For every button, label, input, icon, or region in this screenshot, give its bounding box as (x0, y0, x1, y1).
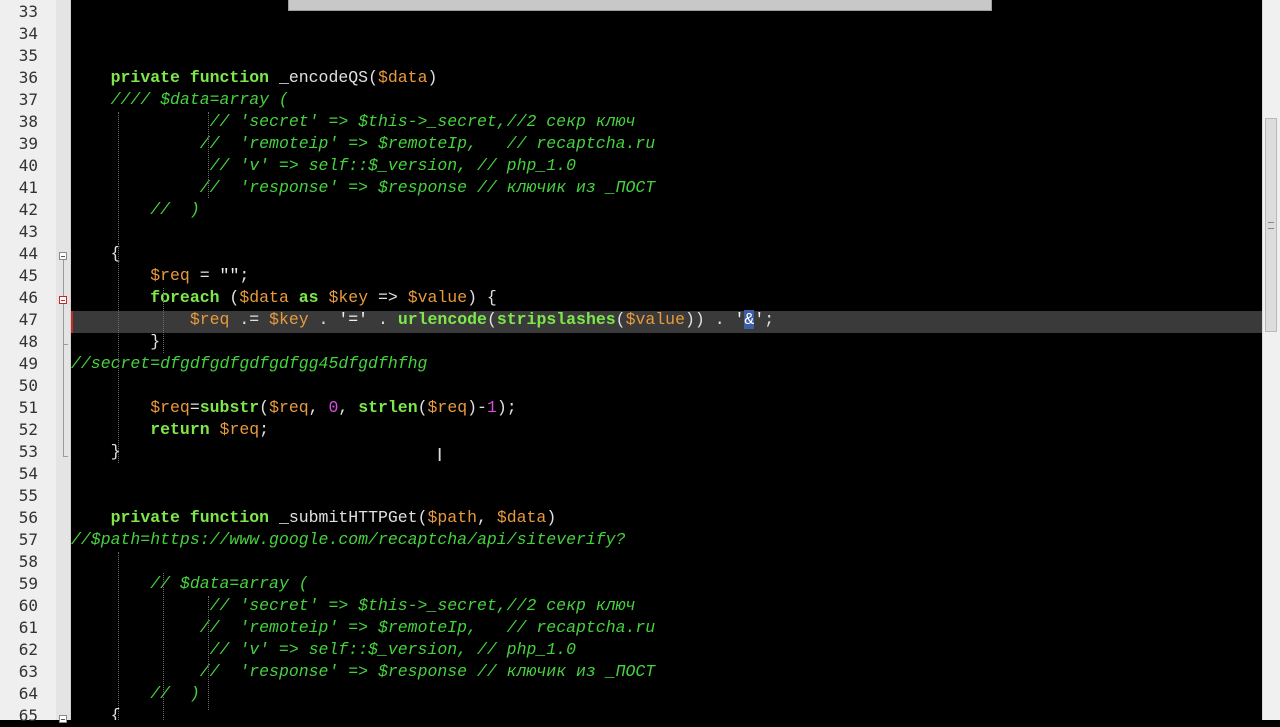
code-line[interactable]: //$path=https://www.google.com/recaptcha… (71, 529, 626, 551)
code-line[interactable]: foreach ($data as $key => $value) { (71, 287, 497, 309)
line-number: 46 (18, 288, 38, 307)
code-line[interactable]: // 'v' => self::$_version, // php_1.0 (71, 639, 576, 661)
find-dialog-edge[interactable] (288, 0, 992, 11)
line-number: 59 (18, 574, 38, 593)
code-line[interactable]: //secret=dfgdfgdfgdfgdfgg45dfgdfhfhg (71, 353, 427, 375)
scrollbar-thumb[interactable] (1265, 118, 1277, 332)
line-number: 33 (18, 2, 38, 21)
fold-toggle-icon[interactable] (59, 715, 67, 723)
indent-guide (163, 288, 164, 353)
line-number: 57 (18, 530, 38, 549)
line-number: 44 (18, 244, 38, 263)
code-line[interactable]: // 'remoteip' => $remoteIp, // recaptcha… (71, 617, 655, 639)
code-line[interactable]: $req .= $key . '=' . urlencode(stripslas… (71, 309, 774, 331)
code-line[interactable]: // 'secret' => $this->_secret,//2 секр к… (71, 111, 636, 133)
code-line[interactable]: } (71, 331, 160, 353)
line-number: 40 (18, 156, 38, 175)
line-number: 51 (18, 398, 38, 417)
code-line[interactable]: // 'v' => self::$_version, // php_1.0 (71, 155, 576, 177)
line-number: 50 (18, 376, 38, 395)
fold-toggle-icon[interactable] (59, 296, 67, 304)
line-number: 35 (18, 46, 38, 65)
code-line[interactable]: // 'secret' => $this->_secret,//2 секр к… (71, 595, 636, 617)
fold-toggle-icon[interactable] (59, 252, 67, 260)
code-line[interactable]: $req = ""; (71, 265, 249, 287)
line-number: 61 (18, 618, 38, 637)
line-number-gutter: 33 34 35 36 37 38 39 40 41 42 43 44 45 46 47 48 49 50 51 52… (0, 0, 56, 725)
indent-guide (208, 596, 209, 710)
line-number: 47 (18, 310, 38, 329)
line-number: 38 (18, 112, 38, 131)
line-number: 49 (18, 354, 38, 373)
line-number: 54 (18, 464, 38, 483)
indent-guide (118, 112, 119, 242)
code-line[interactable]: private function _submitHTTPGet($path, $… (71, 507, 557, 529)
fold-line (63, 304, 64, 456)
line-number: 39 (18, 134, 38, 153)
code-line[interactable]: $req=substr($req, 0, strlen($req)-1); (71, 397, 516, 419)
text-cursor-icon: I (437, 445, 443, 466)
line-number: 37 (18, 90, 38, 109)
line-number: 52 (18, 420, 38, 439)
line-number: 48 (18, 332, 38, 351)
indent-guide (118, 243, 119, 463)
vertical-scrollbar[interactable] (1262, 0, 1280, 720)
line-number: 55 (18, 486, 38, 505)
fold-end-marker (63, 344, 68, 345)
indent-guide (118, 552, 119, 720)
code-line[interactable]: // 'remoteip' => $remoteIp, // recaptcha… (71, 133, 655, 155)
code-line[interactable]: // 'response' => $response // ключик из … (71, 177, 655, 199)
line-number: 43 (18, 222, 38, 241)
code-editor[interactable]: private function _encodeQS($data) //// $… (71, 0, 1262, 720)
indent-guide (163, 573, 164, 720)
code-line[interactable]: // $data=array ( (71, 573, 308, 595)
code-line[interactable]: // ) (71, 199, 200, 221)
line-number: 56 (18, 508, 38, 527)
code-line[interactable]: return $req; (71, 419, 269, 441)
code-line[interactable]: //// $data=array ( (71, 89, 289, 111)
line-number: 53 (18, 442, 38, 461)
code-line[interactable]: } (71, 441, 121, 463)
line-number: 34 (18, 24, 38, 43)
code-line[interactable]: private function _encodeQS($data) (71, 67, 438, 89)
code-line[interactable]: { (71, 705, 121, 720)
line-number: 62 (18, 640, 38, 659)
line-number: 63 (18, 662, 38, 681)
line-number: 45 (18, 266, 38, 285)
code-line[interactable]: // 'response' => $response // ключик из … (71, 661, 655, 683)
code-line[interactable]: // ) (71, 683, 200, 705)
line-number: 65 (18, 706, 38, 725)
fold-end-marker (63, 456, 68, 457)
code-line[interactable]: { (71, 243, 121, 265)
line-number: 36 (18, 68, 38, 87)
line-number: 41 (18, 178, 38, 197)
fold-line (63, 260, 64, 296)
line-number: 58 (18, 552, 38, 571)
line-number: 42 (18, 200, 38, 219)
line-number: 60 (18, 596, 38, 615)
indent-guide (208, 112, 209, 198)
line-number: 64 (18, 684, 38, 703)
